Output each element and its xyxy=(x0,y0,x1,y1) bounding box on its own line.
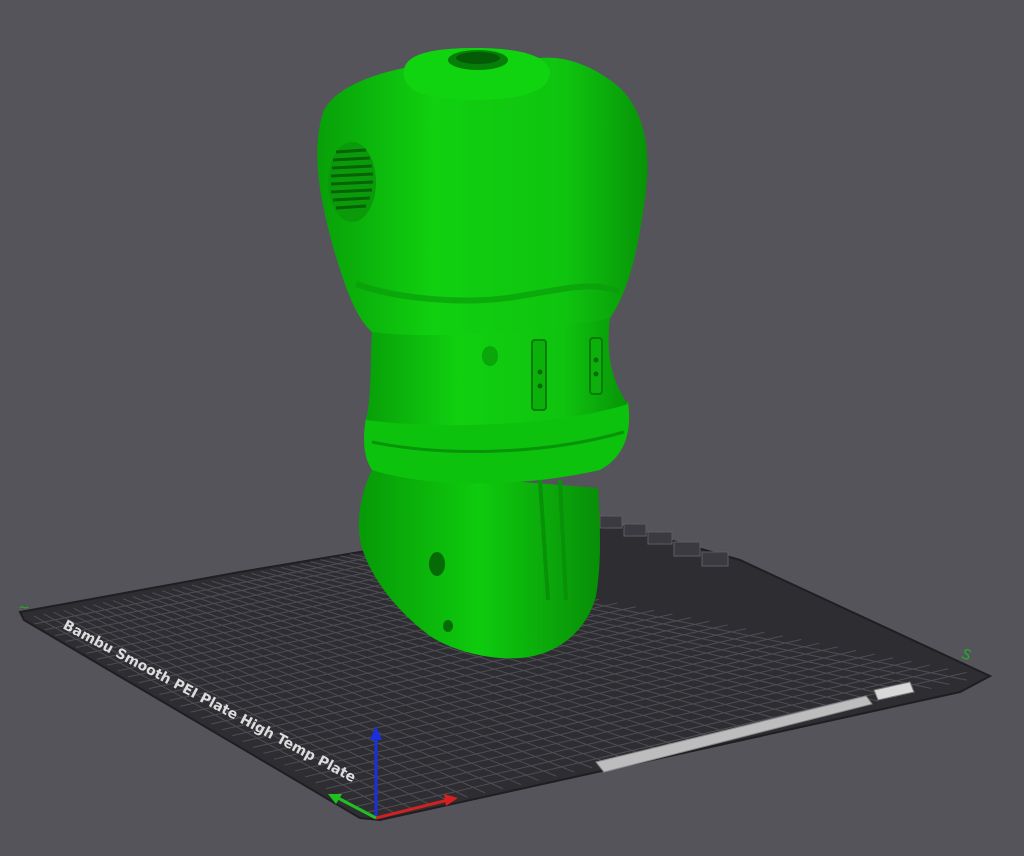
mid-button xyxy=(482,346,498,366)
lower-small-hole xyxy=(443,620,453,632)
mid-slot-2 xyxy=(589,337,603,395)
3d-viewport[interactable]: ~ S Bambu Smooth PEI Plate High Temp Pla… xyxy=(0,0,1024,856)
corner-marker-left: ~ xyxy=(18,600,30,616)
mid-slot-1 xyxy=(531,339,547,411)
lower-bolt-hole xyxy=(429,552,445,576)
